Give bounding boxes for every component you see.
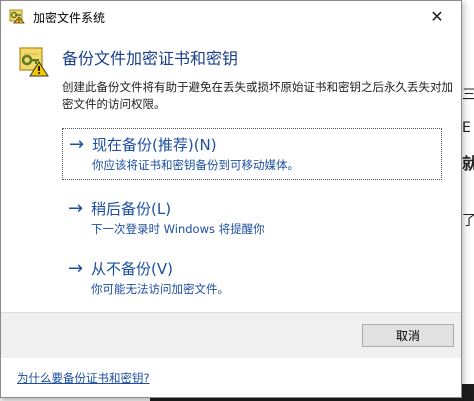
option-subtitle: 你可能无法访问加密文件。 xyxy=(91,282,229,296)
background-window-edge xyxy=(462,0,474,401)
backup-now-option[interactable]: → 现在备份(推荐)(N) 你应该将证书和密钥备份到可移动媒体。 xyxy=(62,128,442,180)
cancel-button[interactable]: 取消 xyxy=(362,324,454,347)
option-title: 现在备份(推荐)(N) xyxy=(92,136,217,154)
background-text: E xyxy=(462,120,471,136)
option-title: 稍后备份(L) xyxy=(91,200,172,218)
certificate-warning-icon xyxy=(19,47,49,77)
help-area: 为什么要备份证书和密钥? xyxy=(1,358,461,397)
description-text: 创建此备份文件将有助于避免在丢失或损坏原始证书和密钥之后永久丢失对加密文件的访问… xyxy=(62,80,453,111)
background-text: 三 xyxy=(462,87,474,103)
option-subtitle: 你应该将证书和密钥备份到可移动媒体。 xyxy=(92,158,299,172)
close-button[interactable]: ✕ xyxy=(414,1,460,31)
certificate-icon xyxy=(9,9,25,24)
never-backup-option[interactable]: → 从不备份(V) 你可能无法访问加密文件。 xyxy=(62,253,442,305)
background-text: 了 xyxy=(462,213,474,229)
dialog-footer: 取消 xyxy=(1,312,461,358)
efs-backup-dialog: 加密文件系统 ✕ 备份文件加密证书和密钥 创建此备份文件将有助于避免在丢失或损坏… xyxy=(0,0,462,398)
option-title: 从不备份(V) xyxy=(91,260,173,278)
arrow-right-icon: → xyxy=(69,134,85,155)
title-bar[interactable]: 加密文件系统 ✕ xyxy=(1,1,461,31)
window-title: 加密文件系统 xyxy=(33,11,106,25)
help-link[interactable]: 为什么要备份证书和密钥? xyxy=(17,370,150,386)
dialog-heading: 备份文件加密证书和密钥 xyxy=(62,49,239,68)
arrow-right-icon: → xyxy=(68,198,84,219)
close-icon: ✕ xyxy=(430,6,444,26)
backup-later-option[interactable]: → 稍后备份(L) 下一次登录时 Windows 将提醒你 xyxy=(62,193,442,245)
background-text: 就 xyxy=(462,154,474,173)
arrow-right-icon: → xyxy=(68,258,84,279)
option-subtitle: 下一次登录时 Windows 将提醒你 xyxy=(91,222,265,236)
